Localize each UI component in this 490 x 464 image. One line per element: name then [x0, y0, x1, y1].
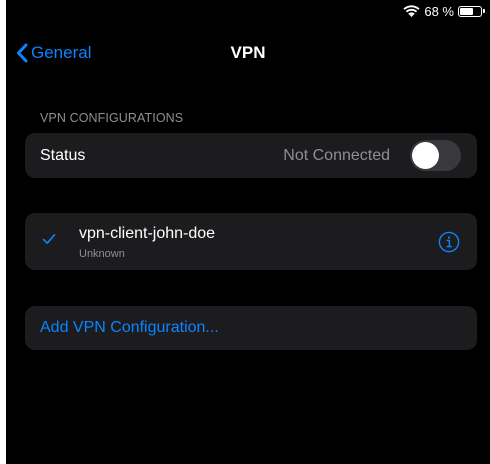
vpn-status-toggle[interactable]: [410, 140, 461, 171]
vpn-config-row[interactable]: vpn-client-john-doe Unknown: [25, 213, 477, 270]
back-label: General: [31, 43, 92, 62]
toggle-knob: [412, 142, 439, 169]
status-row: Status Not Connected: [25, 133, 477, 178]
battery-icon: [458, 5, 485, 17]
battery-level-fill: [460, 7, 473, 15]
vpn-config-status: Unknown: [79, 248, 125, 260]
back-button[interactable]: General: [16, 38, 91, 68]
info-icon[interactable]: [438, 231, 460, 253]
section-header: VPN CONFIGURATIONS: [40, 111, 184, 125]
status-value: Not Connected: [283, 147, 390, 164]
status-label: Status: [40, 147, 86, 164]
vpn-config-name: vpn-client-john-doe: [79, 225, 216, 242]
battery-percentage: 68 %: [424, 3, 454, 19]
checkmark-icon: [42, 234, 56, 244]
add-vpn-configuration-button[interactable]: Add VPN Configuration...: [40, 306, 219, 350]
wifi-icon: [403, 4, 420, 17]
chevron-left-icon: [17, 43, 28, 63]
status-bar: 68 %: [403, 0, 490, 22]
navigation-bar: VPN General: [6, 38, 490, 68]
add-config-row[interactable]: Add VPN Configuration...: [25, 306, 477, 350]
settings-screen: 68 % VPN General VPN CONFIGURATIONS Stat…: [6, 0, 490, 464]
